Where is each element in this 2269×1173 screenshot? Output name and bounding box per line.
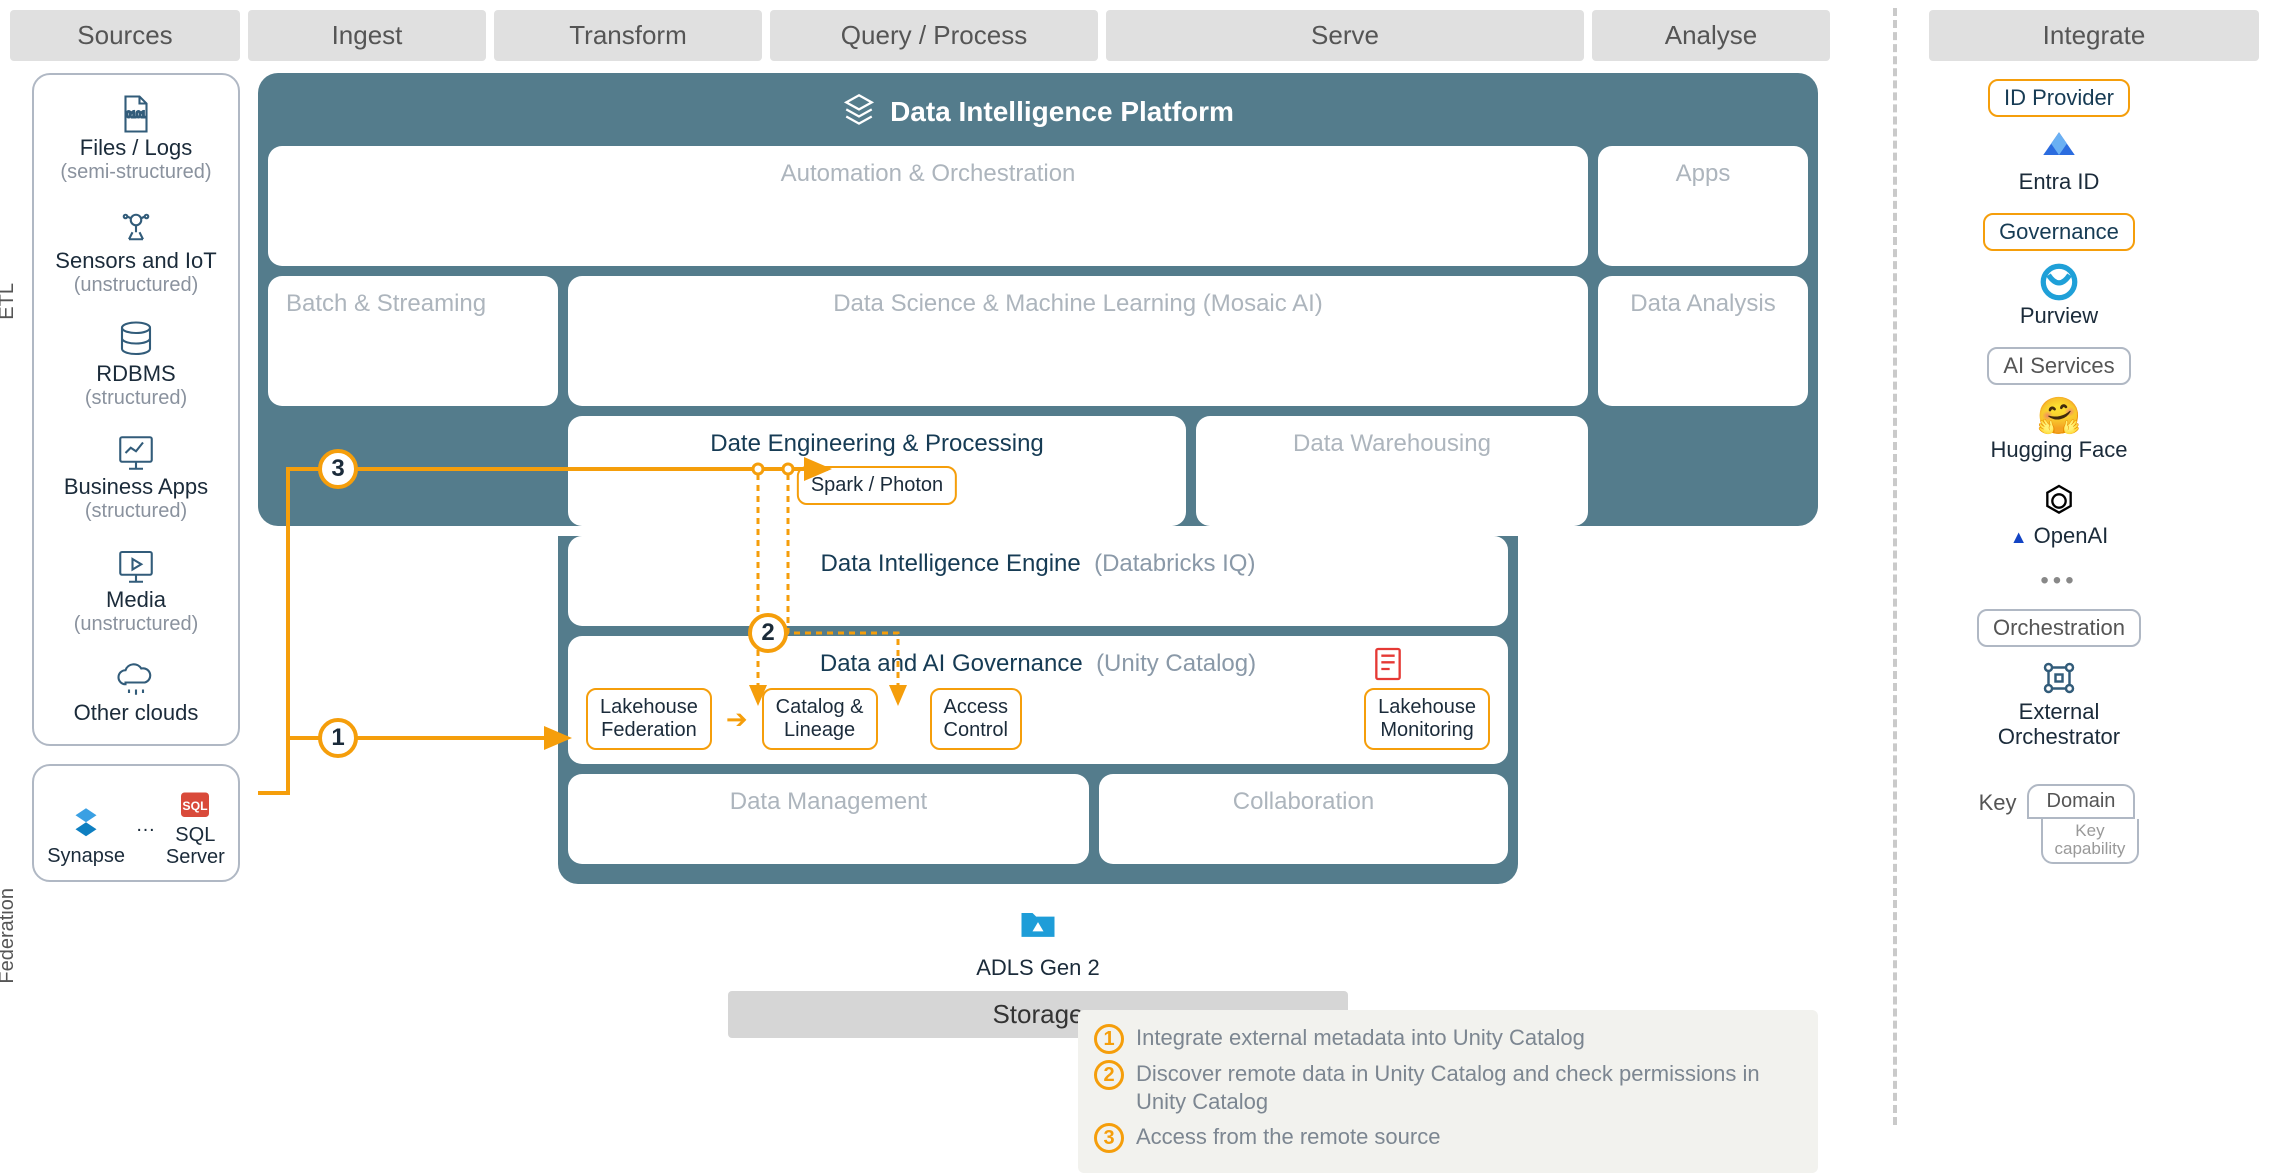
federation-box: Synapse … SQL SQLServer: [32, 764, 240, 882]
hdr-ingest: Ingest: [248, 10, 486, 61]
ext-orch-item: ExternalOrchestrator: [1918, 657, 2200, 750]
source-iot: Sensors and IoT (unstructured): [42, 206, 230, 297]
purview-icon: [1918, 261, 2200, 303]
openai-icon: [1918, 481, 2200, 523]
apps-card: Apps: [1598, 146, 1808, 266]
lakehouse-fed-chip: LakehouseFederation: [586, 688, 712, 750]
etl-label: ETL: [0, 283, 19, 320]
chart-screen-icon: [42, 432, 230, 474]
vertical-divider: [1893, 8, 1897, 1125]
storage-folder-icon: [1016, 933, 1060, 950]
svg-text:SQL: SQL: [183, 799, 209, 813]
doc-red-icon: [1368, 644, 1408, 689]
access-chip: AccessControl: [930, 688, 1022, 750]
file-icon: 0101: [42, 93, 230, 135]
key-block: Key Domain Keycapability: [1918, 784, 2200, 864]
synapse-icon: [47, 803, 125, 845]
huggingface-icon: 🤗: [1918, 395, 2200, 437]
source-media: Media (unstructured): [42, 545, 230, 636]
iot-icon: [42, 206, 230, 248]
entra-icon: [1918, 127, 2200, 169]
batch-card: Batch & Streaming: [268, 276, 558, 406]
ai-services-tag: AI Services: [1987, 347, 2130, 385]
integrate-column: ID Provider Entra ID Governance Purview …: [1894, 73, 2224, 1038]
entra-item: Entra ID: [1918, 127, 2200, 195]
orchestration-tag: Orchestration: [1977, 609, 2141, 647]
legend-num-1: 1: [1094, 1024, 1124, 1054]
hdr-analyse: Analyse: [1592, 10, 1830, 61]
hf-item: 🤗 Hugging Face: [1918, 395, 2200, 463]
sources-box: 0101 Files / Logs (semi-structured) Sens…: [32, 73, 240, 746]
source-rdbms: RDBMS (structured): [42, 319, 230, 410]
key-domain: Domain: [2027, 784, 2136, 819]
source-clouds: Other clouds: [42, 658, 230, 726]
database-icon: [42, 319, 230, 361]
fed-sqlserver: SQL SQLServer: [166, 782, 225, 868]
openai-item: ▲ OpenAI: [1918, 481, 2200, 549]
source-bizapps: Business Apps (structured): [42, 432, 230, 523]
arrow-icon: ➔: [726, 704, 748, 735]
media-icon: [42, 545, 230, 587]
governance-card: Data and AI Governance (Unity Catalog) L…: [568, 636, 1508, 764]
legend-box: 1Integrate external metadata into Unity …: [1078, 1010, 1818, 1173]
data-mgmt-card: Data Management: [568, 774, 1089, 864]
federation-label: Federation: [0, 888, 19, 984]
intel-engine-card: Data Intelligence Engine (Databricks IQ): [568, 536, 1508, 626]
sqlserver-icon: SQL: [166, 782, 225, 824]
int-ellipsis: •••: [1918, 567, 2200, 595]
layers-icon: [842, 91, 876, 132]
engineering-card: Date Engineering & Processing Spark / Ph…: [568, 416, 1186, 526]
platform-lower: Data Intelligence Engine (Databricks IQ)…: [558, 536, 1518, 884]
hdr-integrate: Integrate: [1929, 10, 2259, 61]
orchestrator-icon: [1918, 657, 2200, 699]
platform-column: Data Intelligence Platform Automation & …: [258, 73, 1818, 1038]
hdr-transform: Transform: [494, 10, 762, 61]
fed-ellipsis: …: [135, 814, 155, 837]
monitoring-chip: LakehouseMonitoring: [1364, 688, 1490, 750]
legend-num-2: 2: [1094, 1060, 1124, 1090]
fed-synapse: Synapse: [47, 803, 125, 868]
source-files: 0101 Files / Logs (semi-structured): [42, 93, 230, 184]
flow-num-3: 3: [318, 449, 358, 489]
id-provider-tag: ID Provider: [1988, 79, 2130, 117]
dsml-card: Data Science & Machine Learning (Mosaic …: [568, 276, 1588, 406]
header-row: Sources Ingest Transform Query / Process…: [10, 10, 2259, 61]
flow-num-1: 1: [318, 718, 358, 758]
cloud-icon: [42, 658, 230, 700]
platform-title: Data Intelligence Platform: [268, 83, 1808, 146]
hdr-query: Query / Process: [770, 10, 1098, 61]
sources-column: ETL Federation 0101 Files / Logs (semi-s…: [10, 73, 240, 1038]
hdr-serve: Serve: [1106, 10, 1584, 61]
warehousing-card: Data Warehousing: [1196, 416, 1588, 526]
collab-card: Collaboration: [1099, 774, 1508, 864]
catalog-chip: Catalog &Lineage: [762, 688, 878, 750]
purview-item: Purview: [1918, 261, 2200, 329]
platform-outer: Data Intelligence Platform Automation & …: [258, 73, 1818, 526]
hdr-sources: Sources: [10, 10, 240, 61]
key-capability: Keycapability: [2041, 819, 2140, 864]
flow-num-2: 2: [748, 613, 788, 653]
data-analysis-card: Data Analysis: [1598, 276, 1808, 406]
automation-card: Automation & Orchestration: [268, 146, 1588, 266]
governance-tag: Governance: [1983, 213, 2135, 251]
spark-chip: Spark / Photon: [797, 466, 957, 505]
svg-text:0101: 0101: [126, 110, 146, 120]
legend-num-3: 3: [1094, 1123, 1124, 1153]
